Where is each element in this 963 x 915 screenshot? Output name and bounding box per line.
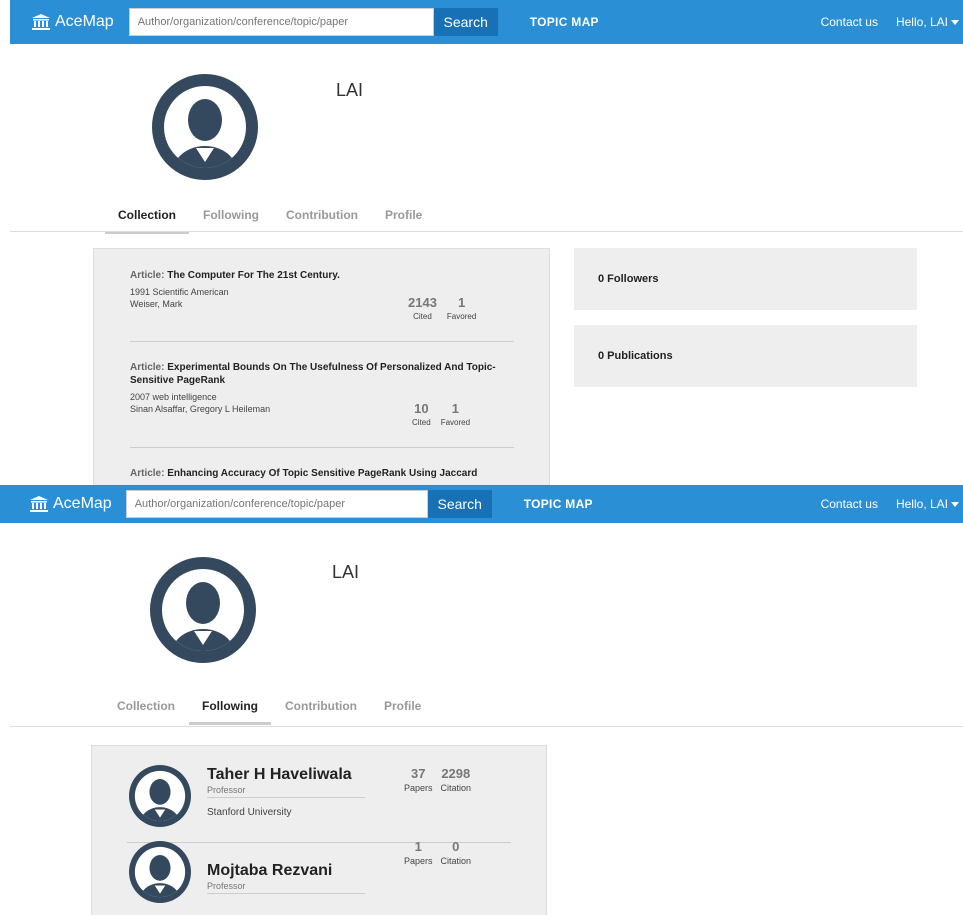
caret-down-icon	[951, 20, 959, 26]
logo-text: AceMap	[53, 495, 112, 512]
person-stats: 1 Papers 0 Citation	[404, 839, 472, 867]
papers-count: 1	[414, 839, 422, 854]
divider	[207, 893, 365, 894]
cited-count: 10	[414, 401, 429, 416]
citation-count: 0	[452, 839, 460, 854]
tab-following[interactable]: Following	[190, 200, 272, 234]
tab-following[interactable]: Following	[189, 691, 272, 725]
divider	[207, 797, 365, 798]
tab-contribution[interactable]: Contribution	[272, 691, 370, 725]
article-title[interactable]: Article: Enhancing Accuracy Of Topic Sen…	[130, 467, 514, 480]
user-menu[interactable]: Hello, LAI	[896, 15, 959, 29]
tab-collection[interactable]: Collection	[104, 691, 188, 725]
favored-count: 1	[457, 295, 466, 310]
tab-profile[interactable]: Profile	[371, 691, 434, 725]
following-screenshot: AceMap Search TOPIC MAP Contact us Hello…	[0, 485, 963, 915]
following-list: Taher H Haveliwala Professor Stanford Un…	[91, 745, 547, 915]
user-name: LAI	[336, 80, 364, 100]
user-greeting: Hello, LAI	[895, 497, 948, 511]
contact-link[interactable]: Contact us	[821, 15, 878, 29]
cited-count: 2143	[408, 295, 437, 310]
person-role: Professor	[207, 881, 246, 891]
logo-text: AceMap	[55, 13, 114, 30]
article-title[interactable]: Article: Experimental Bounds On The Usef…	[130, 361, 514, 387]
person-name[interactable]: Taher H Haveliwala	[207, 766, 352, 784]
person-avatar-icon	[129, 841, 191, 903]
user-menu[interactable]: Hello, LAI	[896, 497, 959, 511]
list-item[interactable]: Article: Enhancing Accuracy Of Topic Sen…	[130, 467, 514, 480]
user-name: LAI	[332, 562, 360, 582]
topic-map-link[interactable]: TOPIC MAP	[524, 497, 593, 511]
user-avatar-icon	[152, 74, 258, 180]
article-stats: 2143 Cited 1 Favored	[408, 295, 477, 322]
person-org: Stanford University	[207, 807, 292, 818]
tab-contribution[interactable]: Contribution	[273, 200, 371, 234]
navbar: AceMap Search TOPIC MAP Contact us Hello…	[10, 0, 963, 44]
search-button[interactable]: Search	[427, 490, 492, 518]
navbar: AceMap Search TOPIC MAP Contact us Hello…	[0, 485, 963, 523]
logo[interactable]: AceMap	[0, 495, 112, 513]
article-stats: 10 Cited 1 Favored	[412, 401, 471, 428]
person-role: Professor	[207, 785, 246, 795]
profile-tabs: Collection Following Contribution Profil…	[104, 691, 435, 725]
person-name[interactable]: Mojtaba Rezvani	[207, 862, 332, 880]
followers-count[interactable]: 0 Followers	[574, 248, 917, 310]
collection-list: Article: The Computer For The 21st Centu…	[93, 248, 550, 485]
profile-tabs: Collection Following Contribution Profil…	[105, 200, 436, 234]
search-input[interactable]	[128, 8, 434, 36]
tab-collection[interactable]: Collection	[105, 200, 190, 234]
person-avatar-icon	[129, 765, 191, 827]
article-title[interactable]: Article: The Computer For The 21st Centu…	[130, 269, 514, 282]
tab-divider	[10, 726, 963, 727]
museum-icon	[32, 14, 50, 30]
museum-icon	[30, 496, 48, 512]
caret-down-icon	[951, 502, 959, 508]
search-button[interactable]: Search	[433, 8, 498, 36]
citation-count: 2298	[441, 766, 471, 781]
divider	[130, 447, 514, 448]
user-greeting: Hello, LAI	[895, 15, 948, 29]
tab-divider	[10, 231, 963, 232]
contact-link[interactable]: Contact us	[821, 497, 878, 511]
logo[interactable]: AceMap	[10, 13, 114, 31]
person-stats: 37 Papers 2298 Citation	[404, 766, 472, 794]
collection-screenshot: AceMap Search TOPIC MAP Contact us Hello…	[0, 0, 963, 485]
favored-count: 1	[451, 401, 459, 416]
tab-profile[interactable]: Profile	[372, 200, 435, 234]
search-input[interactable]	[125, 490, 428, 518]
topic-map-link[interactable]: TOPIC MAP	[530, 15, 599, 29]
papers-count: 37	[411, 766, 426, 781]
divider	[130, 341, 514, 342]
user-avatar-icon	[150, 557, 256, 663]
publications-count[interactable]: 0 Publications	[574, 325, 917, 387]
